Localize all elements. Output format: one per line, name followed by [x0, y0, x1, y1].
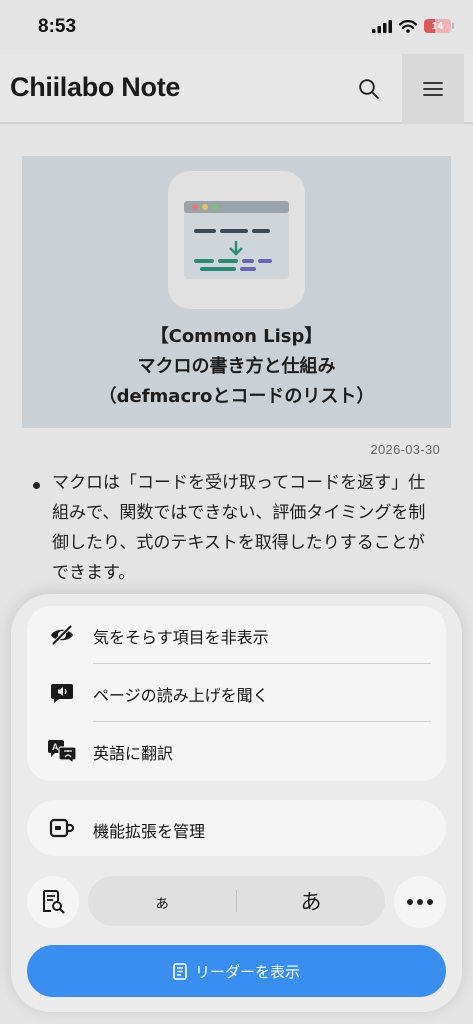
article-title: 【Common Lisp】 マクロの書き方と仕組み （defmacroとコードの… [22, 322, 451, 412]
article-title-line: マクロの書き方と仕組み [137, 356, 336, 377]
page-menu-sheet: 気をそらす項目を非表示 ページの読み上げを聞く A 英語に翻訳 機能拡張を管理 … [11, 594, 462, 1012]
page-actions-card: 気をそらす項目を非表示 ページの読み上げを聞く A 英語に翻訳 [27, 606, 446, 781]
article-date: 2026-03-30 [370, 442, 440, 457]
more-dot [427, 899, 433, 905]
reader-doc-icon [173, 962, 187, 980]
hide-distracting-items-item[interactable]: 気をそらす項目を非表示 [27, 606, 446, 663]
article-title-line: （defmacroとコードのリスト） [98, 386, 375, 407]
status-icons: 14 [372, 19, 454, 33]
puzzle-icon [47, 813, 77, 843]
search-icon [359, 79, 379, 99]
status-time: 8:53 [38, 16, 77, 37]
site-title[interactable]: Chiilabo Note [10, 72, 180, 103]
eye-slash-icon [47, 620, 77, 650]
paragraph-line: マクロは「コードを受け取ってコードを返す」仕 [52, 473, 426, 493]
speech-bubble-speaker-icon [47, 678, 77, 708]
code-window-illustration [168, 171, 305, 309]
increase-font-button[interactable]: あ [237, 876, 385, 926]
bullet-dot [33, 482, 40, 489]
more-button[interactable] [394, 876, 446, 928]
battery-indicator: 14 [424, 19, 454, 33]
listen-to-page-item[interactable]: ページの読み上げを聞く [27, 664, 446, 721]
menu-item-label: 英語に翻訳 [93, 744, 174, 763]
code-window-icon [184, 201, 289, 279]
document-search-icon [43, 890, 65, 914]
paragraph-line: できます。 [52, 563, 136, 583]
font-size-control: ぁ あ [88, 876, 385, 926]
page-format-button[interactable] [27, 876, 79, 928]
manage-extensions-label: 機能拡張を管理 [93, 822, 206, 841]
translate-icon: A [47, 736, 77, 766]
search-button[interactable] [350, 70, 388, 108]
show-reader-label: リーダーを表示 [194, 962, 300, 981]
hamburger-menu-button[interactable] [402, 54, 464, 124]
decrease-font-button[interactable]: ぁ [88, 876, 236, 926]
paragraph-line: 御したり、式のテキストを取得したりすることが [52, 533, 425, 553]
translate-to-english-item[interactable]: A 英語に翻訳 [27, 722, 446, 779]
paragraph-line: 組みで、関数ではできない、評価タイミングを制 [52, 503, 426, 523]
more-dot [407, 899, 413, 905]
battery-level: 14 [431, 20, 444, 32]
article-hero-image[interactable]: 【Common Lisp】 マクロの書き方と仕組み （defmacroとコードの… [22, 156, 451, 428]
svg-text:A: A [52, 742, 59, 752]
article-title-line: 【Common Lisp】 [150, 326, 323, 347]
menu-item-label: 気をそらす項目を非表示 [93, 628, 269, 647]
cellular-signal-icon [372, 19, 392, 33]
hamburger-icon [423, 82, 443, 96]
show-reader-button[interactable]: リーダーを表示 [27, 945, 446, 997]
more-dot [417, 899, 423, 905]
menu-item-label: ページの読み上げを聞く [93, 686, 269, 705]
screen: 8:53 14 Chiilabo Note 【Common Lisp】 マクロの… [0, 0, 473, 1024]
manage-extensions-item[interactable]: 機能拡張を管理 [27, 800, 446, 856]
site-header: Chiilabo Note [0, 54, 473, 124]
status-bar: 8:53 14 [0, 0, 473, 54]
wifi-icon [399, 19, 417, 33]
battery-cap [452, 23, 454, 29]
